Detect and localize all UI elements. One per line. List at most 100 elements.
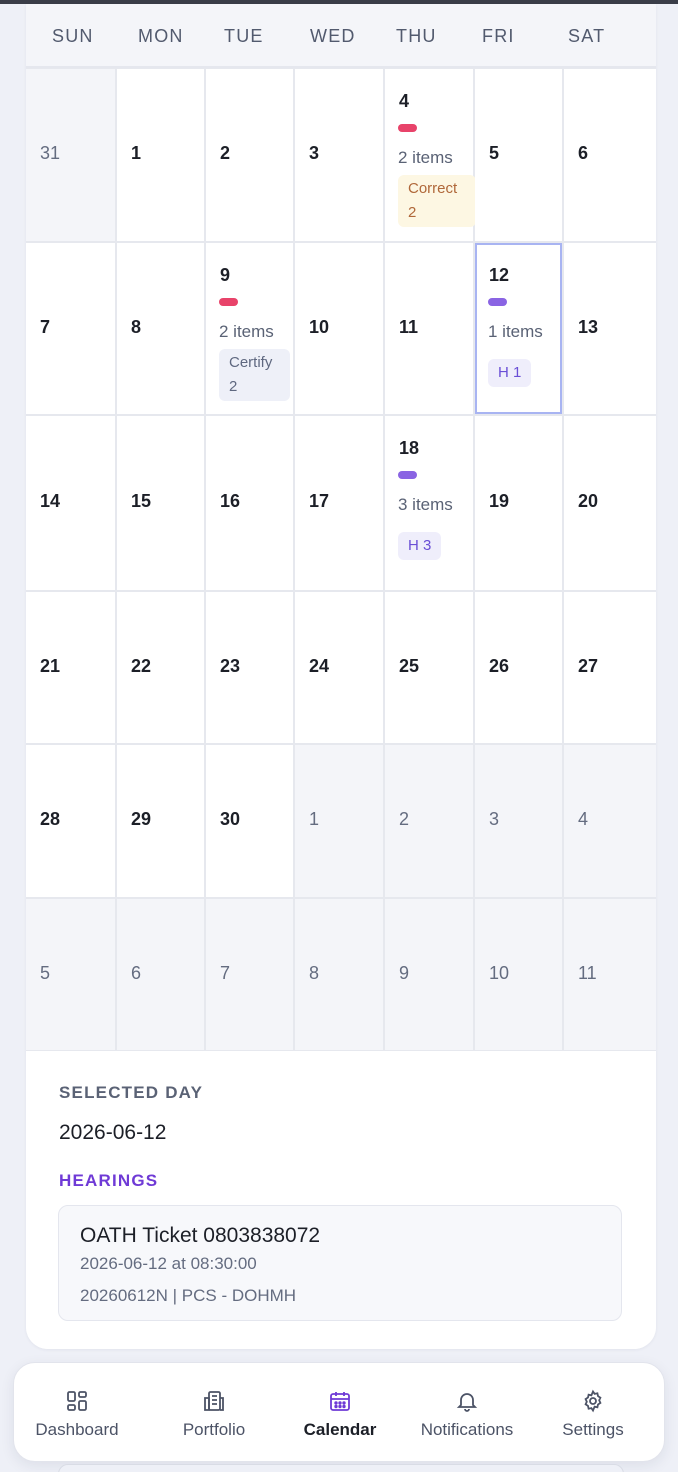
day-number: 3 [309,143,320,163]
nav-dashboard[interactable]: Dashboard [14,1363,140,1463]
day-number: 18 [399,438,420,458]
calendar-day-cell[interactable]: 30 [206,745,293,897]
day-number: 5 [489,143,500,163]
day-number: 8 [309,963,320,983]
day-number: 14 [40,491,61,511]
calendar-day-cell[interactable]: 25 [385,592,473,743]
day-number: 7 [40,317,51,337]
nav-settings-label: Settings [562,1420,624,1439]
day-number: 5 [40,963,51,983]
hearing-card[interactable]: OATH Ticket 0803838072 2026-06-12 at 08:… [58,1205,622,1321]
weekday-fri: FRI [482,26,515,46]
calendar-day-cell[interactable]: 10 [295,243,383,414]
day-number: 2 [220,143,231,163]
calendar-day-cell[interactable]: 27 [564,592,656,743]
calendar-day-cell[interactable]: 24 [295,592,383,743]
event-count: 1 items [488,322,543,341]
nav-notifications[interactable]: Notifications [404,1363,530,1463]
calendar-day-cell[interactable]: 5 [475,69,562,241]
day-number: 20 [578,491,599,511]
calendar-day-cell[interactable]: 9 [385,899,473,1050]
calendar-day-cell[interactable]: 2 [206,69,293,241]
calendar-day-cell[interactable]: 5 [26,899,115,1050]
nav-notifications-label: Notifications [420,1420,514,1439]
calendar-day-cell[interactable]: 26 [475,592,562,743]
calendar-day-cell[interactable]: 29 [117,745,204,897]
day-number: 24 [309,656,330,676]
calendar-day-cell[interactable]: 15 [117,416,204,590]
calendar-day-cell[interactable]: 11 [564,899,656,1050]
calendar-day-cell[interactable]: 19 [475,416,562,590]
calendar-day-cell-selected[interactable]: 12 1 items H 1 [475,243,562,414]
calendar-day-cell[interactable]: 8 [295,899,383,1050]
event-count: 2 items [219,322,274,341]
day-number: 22 [131,656,152,676]
calendar-day-cell[interactable]: 10 [475,899,562,1050]
nav-dashboard-label: Dashboard [35,1420,119,1439]
calendar-day-cell[interactable]: 1 [117,69,204,241]
calendar-day-cell[interactable]: 31 [26,69,115,241]
day-number: 27 [578,656,599,676]
calendar-day-cell[interactable]: 14 [26,416,115,590]
event-tag[interactable]: Certify 2 [219,349,290,401]
calendar-day-cell[interactable]: 1 [295,745,383,897]
day-number: 7 [220,963,231,983]
nav-calendar-label: Calendar [303,1420,377,1439]
calendar-day-cell[interactable]: 8 [117,243,204,414]
nav-portfolio-label: Portfolio [182,1420,246,1439]
nav-portfolio[interactable]: Portfolio [151,1363,277,1463]
hearing-meta: 20260612N | PCS - DOHMH [80,1286,297,1305]
day-number: 29 [131,809,152,829]
calendar-day-cell[interactable]: 20 [564,416,656,590]
portfolio-icon [204,1391,224,1411]
hearing-title: OATH Ticket 0803838072 [80,1224,321,1247]
calendar-day-cell[interactable]: 11 [385,243,473,414]
calendar-day-cell[interactable]: 6 [564,69,656,241]
weekday-sat: SAT [568,26,606,46]
event-tag[interactable]: H 3 [398,532,442,560]
calendar-day-cell[interactable]: 21 [26,592,115,743]
day-number: 3 [489,809,500,829]
calendar-day-cell[interactable]: 4 2 items Correct 2 [385,69,476,241]
day-number: 15 [131,491,152,511]
event-count: 2 items [398,148,453,167]
event-count: 3 items [398,495,453,514]
calendar-day-cell[interactable]: 2 [385,745,473,897]
calendar-day-cell[interactable]: 23 [206,592,293,743]
day-number: 19 [489,491,510,511]
day-number: 6 [131,963,142,983]
calendar-day-cell[interactable]: 17 [295,416,383,590]
calendar-day-cell[interactable]: 6 [117,899,204,1050]
calendar-day-cell[interactable]: 3 [295,69,383,241]
selected-day-panel: SELECTED DAY 2026-06-12 HEARINGS OATH Ti… [26,1053,656,1349]
calendar-day-cell[interactable]: 3 [475,745,562,897]
bell-icon [456,1393,478,1412]
day-number: 11 [399,317,419,337]
selected-day-date: 2026-06-12 [59,1121,167,1144]
day-number: 2 [399,809,410,829]
calendar-day-cell[interactable]: 18 3 items H 3 [385,416,473,590]
event-tag[interactable]: Correct 2 [398,175,476,227]
day-number: 30 [220,809,241,829]
day-number: 4 [399,91,410,111]
nav-calendar[interactable]: Calendar [277,1363,403,1463]
event-tag[interactable]: H 1 [488,359,532,387]
day-number: 10 [489,963,510,983]
calendar-day-cell[interactable]: 16 [206,416,293,590]
calendar-day-cell[interactable]: 22 [117,592,204,743]
day-number: 9 [220,265,231,285]
calendar-day-cell[interactable]: 9 2 items Certify 2 [206,243,293,414]
calendar-day-cell[interactable]: 7 [26,243,115,414]
nav-settings[interactable]: Settings [530,1363,656,1463]
day-number: 13 [578,317,599,337]
calendar-day-cell[interactable]: 28 [26,745,115,897]
day-number: 23 [220,656,241,676]
day-number: 6 [578,143,589,163]
day-number: 17 [309,491,330,511]
calendar-day-cell[interactable]: 7 [206,899,293,1050]
calendar-day-cell[interactable]: 4 [564,745,656,897]
calendar-card: SUN MON TUE WED THU FRI SAT 31 1 2 3 4 2 item… [26,4,656,1349]
day-number: 1 [309,809,320,829]
calendar-day-cell[interactable]: 13 [564,243,656,414]
calendar-icon [330,1392,350,1411]
